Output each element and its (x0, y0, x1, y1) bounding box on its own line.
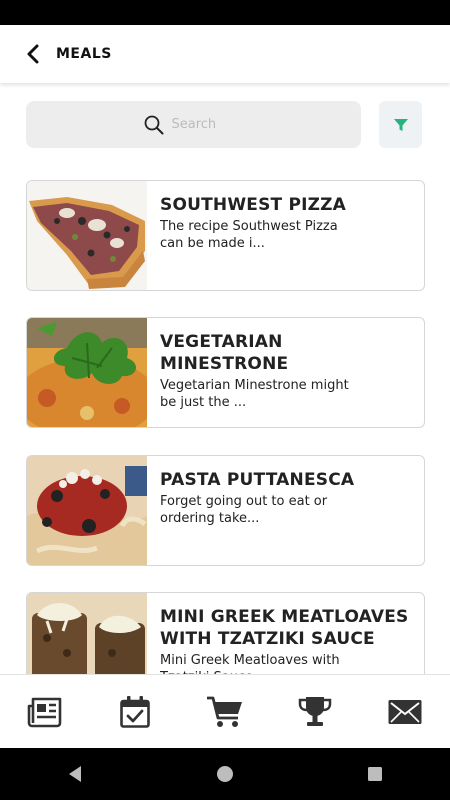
meal-image (27, 456, 147, 565)
recents-square-icon (368, 766, 382, 781)
filter-icon (393, 118, 408, 131)
home-circle-icon (217, 765, 233, 782)
meal-card[interactable]: MINI GREEK MEATLOAVES WITH TZATZIKI SAUC… (26, 592, 425, 674)
search-bar[interactable] (26, 101, 361, 148)
meal-description: The recipe Southwest Pizza can be made i… (160, 219, 338, 251)
meal-card[interactable]: PASTA PUTTANESCA Forget going out to eat… (26, 455, 425, 566)
meal-description: Forget going out to eat or ordering take… (160, 494, 328, 526)
meal-image (27, 318, 147, 427)
search-input[interactable] (169, 116, 244, 133)
meal-image (27, 593, 147, 674)
meal-description: Vegetarian Minestrone might be just the … (160, 378, 349, 410)
meal-list[interactable]: SOUTHWEST PIZZA The recipe Southwest Piz… (0, 160, 450, 674)
calendar-check-icon (120, 695, 150, 728)
nav-trophy-button[interactable] (290, 687, 340, 737)
envelope-icon (388, 699, 422, 724)
search-icon (144, 115, 164, 135)
nav-news-button[interactable] (20, 687, 70, 737)
meal-title: MINI GREEK MEATLOAVES WITH TZATZIKI SAUC… (160, 607, 409, 649)
meal-title: SOUTHWEST PIZZA (160, 195, 347, 215)
back-triangle-icon (69, 765, 81, 782)
system-navigation-bar (0, 747, 450, 800)
meal-description: Mini Greek Meatloaves with Tzatziki Sauc… (160, 653, 340, 674)
meal-card[interactable]: VEGETARIAN MINESTRONE Vegetarian Minestr… (26, 317, 425, 428)
nav-messages-button[interactable] (380, 687, 430, 737)
trophy-icon (298, 696, 332, 726)
meal-image (27, 181, 147, 290)
nav-cart-button[interactable] (200, 687, 250, 737)
meal-card[interactable]: SOUTHWEST PIZZA The recipe Southwest Piz… (26, 180, 425, 291)
back-button[interactable] (18, 39, 48, 69)
nav-calendar-button[interactable] (110, 687, 160, 737)
meal-title: VEGETARIAN MINESTRONE (160, 332, 289, 374)
bottom-navigation (0, 674, 450, 748)
newspaper-icon (27, 697, 62, 727)
meal-title: PASTA PUTTANESCA (160, 470, 355, 490)
system-back-button[interactable] (53, 752, 97, 796)
filter-button[interactable] (379, 101, 422, 148)
shopping-cart-icon (207, 696, 242, 727)
system-recents-button[interactable] (353, 752, 397, 796)
page-title: MEALS (56, 46, 112, 62)
chevron-left-icon (27, 44, 39, 64)
app-header: MEALS (0, 25, 450, 83)
system-home-button[interactable] (203, 752, 247, 796)
status-bar (0, 0, 450, 25)
